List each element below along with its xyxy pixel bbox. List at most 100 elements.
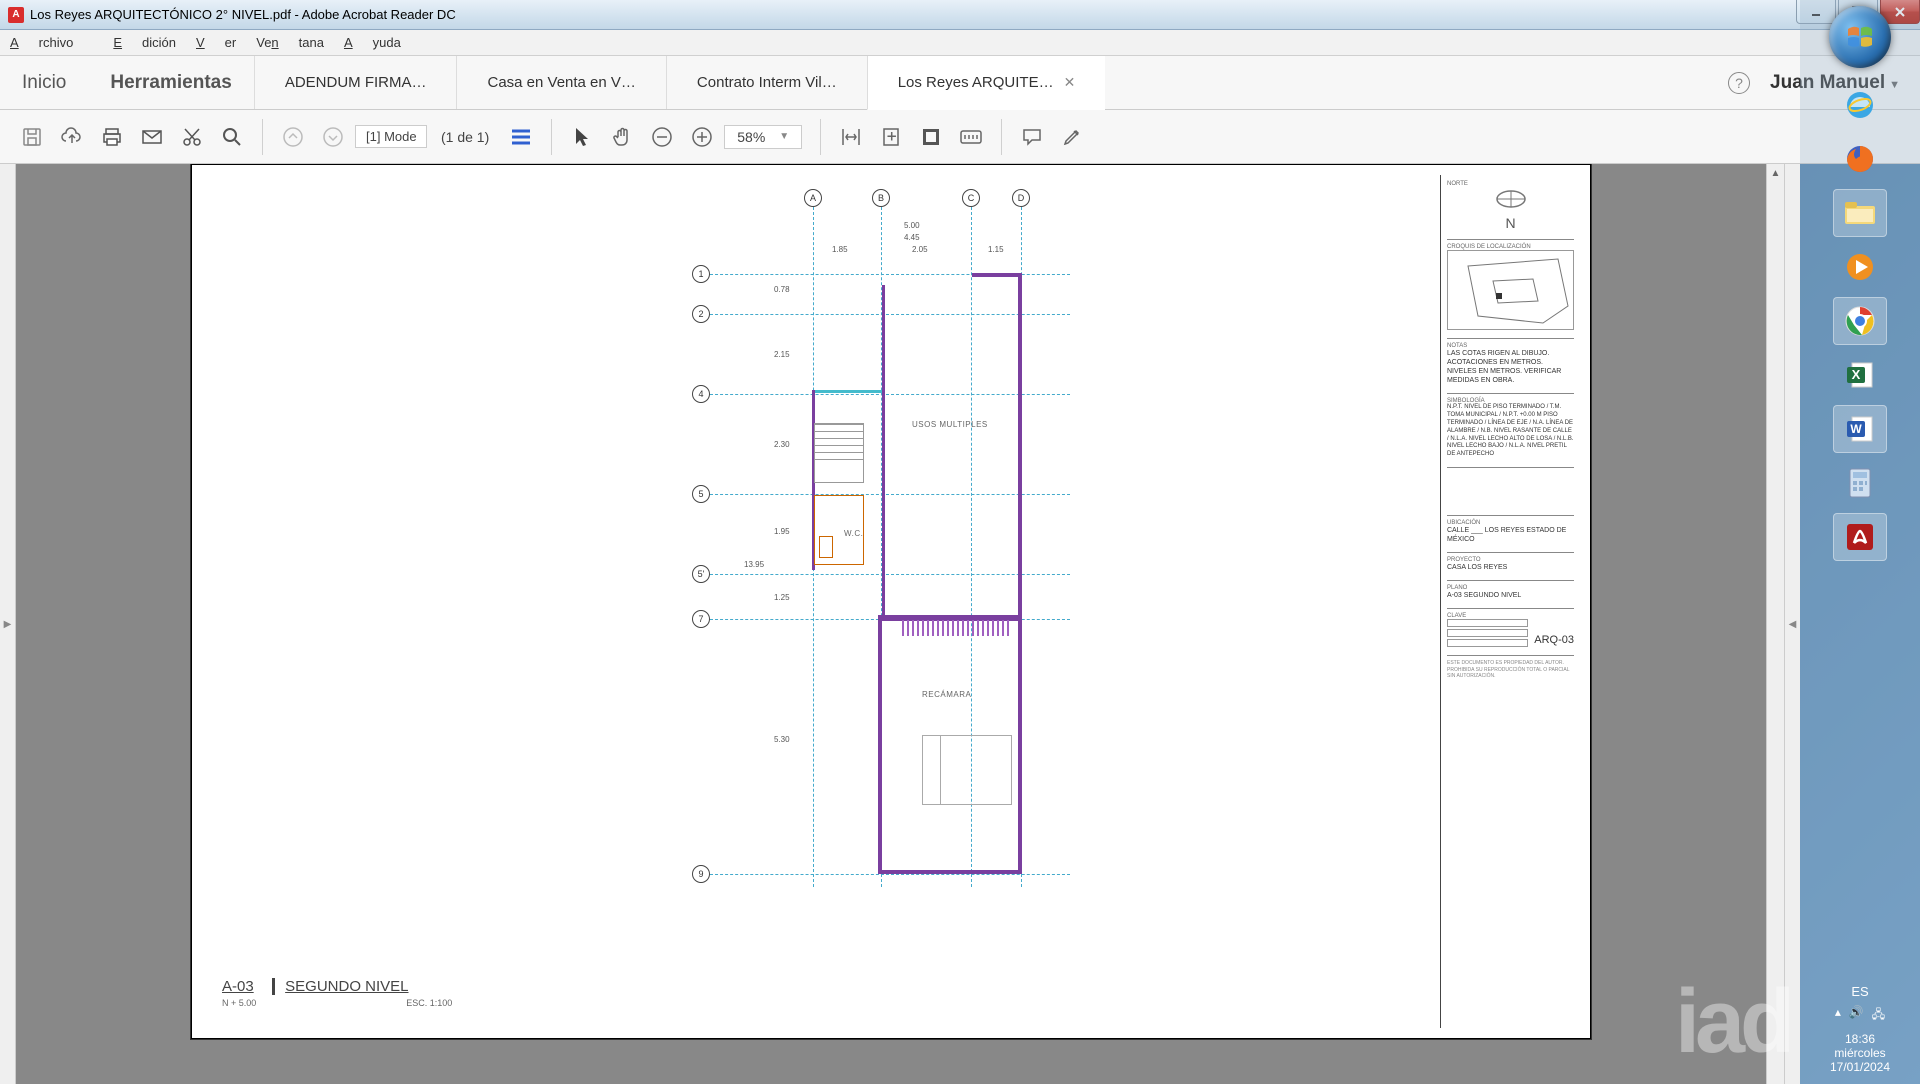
wall: [878, 615, 882, 874]
clock-time[interactable]: 18:36: [1800, 1032, 1920, 1046]
hand-tool-icon[interactable]: [604, 119, 640, 155]
fit-page-icon[interactable]: [873, 119, 909, 155]
app-icon: [8, 7, 24, 23]
taskbar-word-icon[interactable]: W: [1833, 405, 1887, 453]
taskbar-chrome-icon[interactable]: [1833, 297, 1887, 345]
tb-ubic-text: CALLE ___ LOS REYES ESTADO DE MÉXICO: [1447, 526, 1574, 544]
document-viewport[interactable]: A B C D 1 2 4 5 5' 7 9 5.00: [16, 164, 1766, 1084]
room-label-wc: W.C.: [844, 529, 863, 538]
dim-text: 1.85: [832, 245, 848, 254]
grid-bubble-b: B: [872, 189, 890, 207]
taskbar-excel-icon[interactable]: X: [1833, 351, 1887, 399]
grid-line: [710, 314, 1070, 315]
start-button[interactable]: [1829, 6, 1891, 68]
grid-bubble-d: D: [1012, 189, 1030, 207]
comment-icon[interactable]: [1014, 119, 1050, 155]
svg-text:W: W: [1850, 422, 1862, 436]
grid-line: [710, 574, 1070, 575]
tb-simb-text: N.P.T. NIVEL DE PISO TERMINADO / T.M. TO…: [1447, 404, 1574, 459]
close-tab-icon[interactable]: ✕: [1064, 74, 1076, 91]
scroll-up-icon[interactable]: ▲: [1767, 164, 1784, 182]
grid-bubble-5p: 5': [692, 565, 710, 583]
cut-icon[interactable]: [174, 119, 210, 155]
language-indicator[interactable]: ES: [1800, 984, 1920, 999]
document-tab-3[interactable]: Los Reyes ARQUITE… ✕: [867, 56, 1106, 110]
tab-label: Los Reyes ARQUITE…: [898, 74, 1054, 91]
menu-edicion[interactable]: Edición: [113, 35, 176, 50]
grid-bubble-5: 5: [692, 485, 710, 503]
zoom-in-icon[interactable]: [684, 119, 720, 155]
dim-text: 13.95: [744, 560, 764, 569]
taskbar-calculator-icon[interactable]: [1833, 459, 1887, 507]
page-input[interactable]: [355, 125, 427, 148]
sheet-title: A-03 SEGUNDO NIVEL N + 5.00ESC. 1:100: [222, 978, 452, 1008]
menu-ventana[interactable]: Ventana: [256, 35, 324, 50]
bed: [922, 735, 1012, 805]
read-mode-icon[interactable]: [953, 119, 989, 155]
window-titlebar: Los Reyes ARQUITECTÓNICO 2° NIVEL.pdf - …: [0, 0, 1920, 30]
wall: [812, 390, 882, 393]
north-n: N: [1505, 215, 1515, 231]
print-icon[interactable]: [94, 119, 130, 155]
dim-text: 1.95: [774, 527, 790, 536]
taskbar-mediaplayer-icon[interactable]: [1833, 243, 1887, 291]
location-map: [1447, 250, 1574, 330]
document-tab-1[interactable]: Casa en Venta en V…: [456, 56, 665, 109]
page-count-label: (1 de 1): [441, 129, 489, 145]
inicio-button[interactable]: Inicio: [0, 56, 88, 109]
pdf-page: A B C D 1 2 4 5 5' 7 9 5.00: [191, 164, 1591, 1039]
page-up-icon[interactable]: [275, 119, 311, 155]
save-icon[interactable]: [14, 119, 50, 155]
zoom-dropdown[interactable]: 58%▼: [724, 125, 802, 149]
menu-archivo[interactable]: Archivo: [10, 35, 93, 50]
grid-bubble-c: C: [962, 189, 980, 207]
grid-bubble-4: 4: [692, 385, 710, 403]
cloud-upload-icon[interactable]: [54, 119, 90, 155]
taskbar-firefox-icon[interactable]: [1833, 135, 1887, 183]
menu-ayuda[interactable]: Ayuda: [344, 35, 401, 50]
fullscreen-icon[interactable]: [913, 119, 949, 155]
grid-line: [710, 874, 1070, 875]
closet: [902, 620, 1012, 636]
volume-icon[interactable]: 🔊: [1849, 1005, 1864, 1026]
dim-text: 1.25: [774, 593, 790, 602]
taskbar: X W ES ▴ 🔊 🖧 18:36 miércoles 17/01/2024: [1800, 0, 1920, 1084]
taskbar-explorer-icon[interactable]: [1833, 189, 1887, 237]
document-area: ▶ A B C D 1 2 4 5 5' 7 9: [0, 164, 1800, 1084]
tb-proj-text: CASA LOS REYES: [1447, 563, 1574, 572]
dim-text: 0.78: [774, 285, 790, 294]
document-tab-0[interactable]: ADENDUM FIRMA…: [254, 56, 457, 109]
zoom-out-icon[interactable]: [644, 119, 680, 155]
grid-bubble-2: 2: [692, 305, 710, 323]
taskbar-acrobat-icon[interactable]: [1833, 513, 1887, 561]
grid-bubble-1: 1: [692, 265, 710, 283]
grid-bubble-9: 9: [692, 865, 710, 883]
tray-up-icon[interactable]: ▴: [1835, 1005, 1841, 1026]
sheet-level: N + 5.00: [222, 998, 256, 1008]
email-icon[interactable]: [134, 119, 170, 155]
dim-text: 2.15: [774, 350, 790, 359]
dim-text: 5.30: [774, 735, 790, 744]
select-tool-icon[interactable]: [564, 119, 600, 155]
clock-day: miércoles: [1800, 1046, 1920, 1060]
tb-clave-code: ARQ-03: [1534, 633, 1574, 647]
right-panel-toggle[interactable]: ◀: [1784, 164, 1800, 1084]
left-panel-toggle[interactable]: ▶: [0, 164, 16, 1084]
page-down-icon[interactable]: [315, 119, 351, 155]
taskbar-ie-icon[interactable]: [1833, 81, 1887, 129]
lines-icon[interactable]: [503, 119, 539, 155]
sheet-scale: ESC. 1:100: [406, 998, 452, 1008]
dim-text: 1.15: [988, 245, 1004, 254]
svg-text:X: X: [1852, 367, 1861, 382]
fit-width-icon[interactable]: [833, 119, 869, 155]
document-tab-2[interactable]: Contrato Interm Vil…: [666, 56, 867, 109]
herramientas-button[interactable]: Herramientas: [88, 56, 253, 109]
menu-ver[interactable]: Ver: [196, 35, 236, 50]
network-icon[interactable]: 🖧: [1872, 1005, 1885, 1026]
wall: [972, 273, 1022, 277]
tb-plano-text: A-03 SEGUNDO NIVEL: [1447, 591, 1574, 600]
vertical-scrollbar[interactable]: ▲: [1766, 164, 1784, 1084]
search-icon[interactable]: [214, 119, 250, 155]
highlight-icon[interactable]: [1054, 119, 1090, 155]
help-icon[interactable]: ?: [1728, 72, 1750, 94]
